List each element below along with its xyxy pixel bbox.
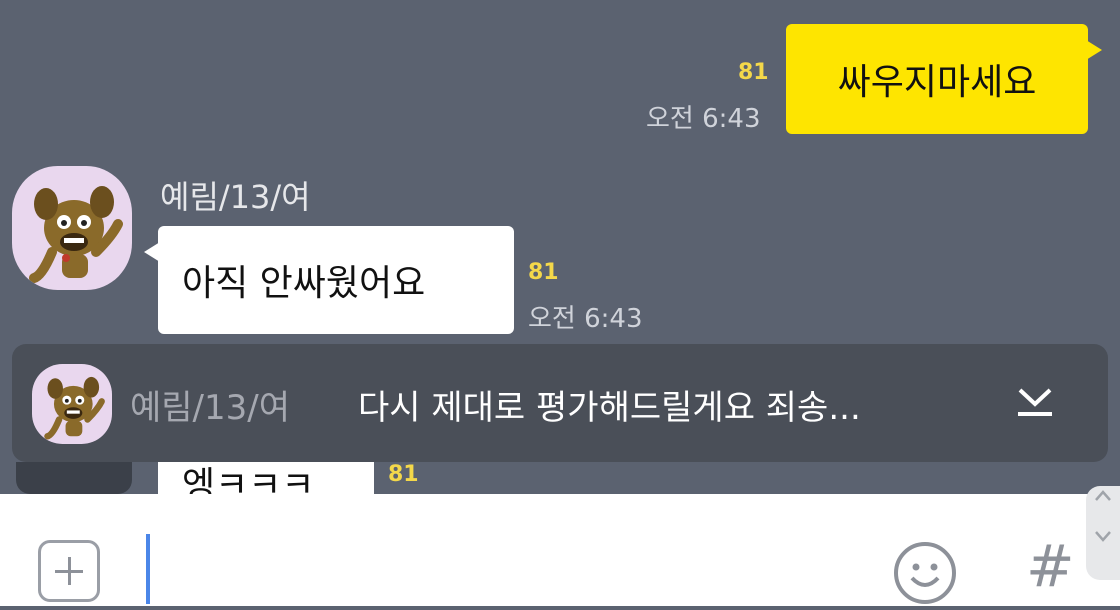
avatar[interactable]: [16, 462, 132, 494]
plus-square-icon[interactable]: [38, 540, 100, 602]
banner-message-preview: 다시 제대로 평가해드릴게요 죄송...: [358, 388, 861, 428]
message-time: 오전 6:43: [528, 304, 643, 334]
scroll-handle[interactable]: [1086, 486, 1120, 580]
banner-sender-name: 예림/13/여: [130, 388, 291, 428]
unread-count: 81: [388, 462, 419, 487]
smiley-icon[interactable]: [892, 540, 958, 606]
outgoing-message-bubble[interactable]: 싸우지마세요: [786, 24, 1102, 134]
new-message-banner[interactable]: 예림/13/여 다시 제대로 평가해드릴게요 죄송...: [12, 344, 1108, 462]
avatar[interactable]: [12, 166, 132, 290]
unread-count: 81: [738, 60, 769, 85]
dog-character-icon: [44, 376, 105, 440]
incoming-message-bubble[interactable]: 아직 안싸웠어요: [144, 226, 514, 334]
scroll-arrows-icon: [1095, 490, 1111, 542]
chevron-down-bar-icon[interactable]: [1008, 374, 1062, 428]
dog-character-icon: [29, 186, 123, 283]
message-text: 싸우지마세요: [837, 62, 1037, 103]
message-text: 아직 안싸웠어요: [182, 263, 426, 304]
message-time: 오전 6:43: [646, 104, 761, 134]
chat-area: 81 오전 6:43 싸우지마세요 예림/13/여 아직 안싸웠어요 81 오전…: [0, 0, 1120, 494]
unread-count: 81: [528, 260, 559, 285]
avatar: [32, 364, 112, 444]
sender-name: 예림/13/여: [160, 178, 311, 216]
message-input[interactable]: [146, 534, 150, 604]
hashtag-search-button[interactable]: #: [1026, 532, 1075, 600]
